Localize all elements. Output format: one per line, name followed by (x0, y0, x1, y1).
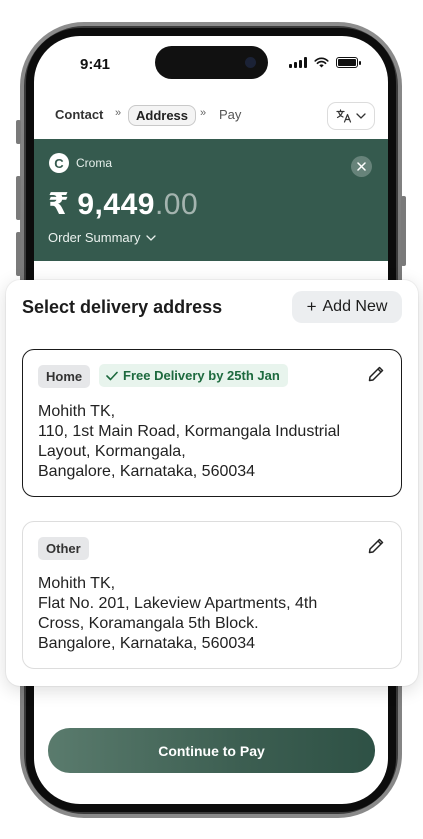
address-line: Bangalore, Karnataka, 560034 (38, 635, 256, 652)
chevron-down-icon (356, 113, 366, 119)
address-card-other[interactable]: Other Mohith TK, Flat No. 201, Lakeview … (22, 521, 402, 669)
checkout-stepper: Contact » Address » Pay (34, 92, 388, 140)
amount-whole: 9,449 (77, 188, 155, 221)
add-new-address-button[interactable]: + Add New (292, 291, 402, 323)
translate-icon (336, 109, 352, 123)
front-camera-icon (245, 57, 256, 68)
step-separator-icon: » (115, 107, 122, 119)
address-sheet: Select delivery address + Add New Home F… (6, 280, 418, 686)
edit-pencil-icon[interactable] (367, 365, 385, 383)
action-button (16, 120, 21, 144)
order-summary-toggle[interactable]: Order Summary (48, 230, 157, 245)
cellular-signal-icon (289, 57, 307, 68)
currency-symbol: ₹ (48, 188, 70, 221)
address-line: 110, 1st Main Road, Kormangala Industria… (38, 423, 341, 440)
merchant-name: Croma (76, 156, 113, 170)
address-line: Mohith TK, (38, 575, 116, 592)
order-summary-label: Order Summary (48, 230, 141, 245)
address-tag: Home (38, 365, 91, 388)
close-icon (357, 162, 366, 171)
amount-decimal: .00 (154, 188, 199, 221)
language-button[interactable] (327, 102, 375, 130)
address-line: Mohith TK, (38, 403, 116, 420)
step-contact[interactable]: Contact (55, 107, 103, 122)
order-amount: ₹ 9,449 .00 (48, 187, 198, 222)
volume-up-button (16, 176, 21, 220)
address-line: Bangalore, Karnataka, 560034 (38, 463, 256, 480)
step-address[interactable]: Address (128, 105, 197, 126)
free-delivery-badge: Free Delivery by 25th Jan (99, 364, 288, 387)
sheet-title: Select delivery address (22, 297, 223, 317)
edit-pencil-icon[interactable] (367, 537, 385, 555)
address-line: Layout, Kormangala, (38, 443, 186, 460)
address-text: Mohith TK, Flat No. 201, Lakeview Apartm… (38, 574, 317, 654)
battery-icon (336, 57, 361, 68)
address-line: Flat No. 201, Lakeview Apartments, 4th (38, 595, 318, 612)
address-text: Mohith TK, 110, 1st Main Road, Kormangal… (38, 402, 340, 482)
address-tag: Other (38, 537, 89, 560)
dynamic-island (155, 46, 268, 79)
power-button (401, 196, 406, 266)
address-line: Cross, Koramangala 5th Block. (38, 615, 259, 632)
status-icons (289, 57, 361, 68)
close-button[interactable] (351, 156, 372, 177)
continue-to-pay-button[interactable]: Continue to Pay (48, 728, 375, 773)
merchant-logo: C (49, 153, 69, 173)
check-icon (106, 371, 118, 380)
step-separator-icon: » (200, 107, 207, 119)
volume-down-button (16, 232, 21, 276)
status-time: 9:41 (80, 56, 111, 73)
wifi-icon (314, 57, 329, 68)
free-delivery-label: Free Delivery by 25th Jan (123, 368, 280, 383)
step-pay[interactable]: Pay (219, 107, 241, 122)
merchant-header: C Croma ₹ 9,449 .00 Order Summary (34, 139, 388, 261)
add-new-label: Add New (322, 298, 388, 315)
plus-icon: + (306, 297, 317, 316)
chevron-down-icon (146, 234, 157, 241)
address-card-home[interactable]: Home Free Delivery by 25th Jan Mohith TK… (22, 349, 402, 497)
